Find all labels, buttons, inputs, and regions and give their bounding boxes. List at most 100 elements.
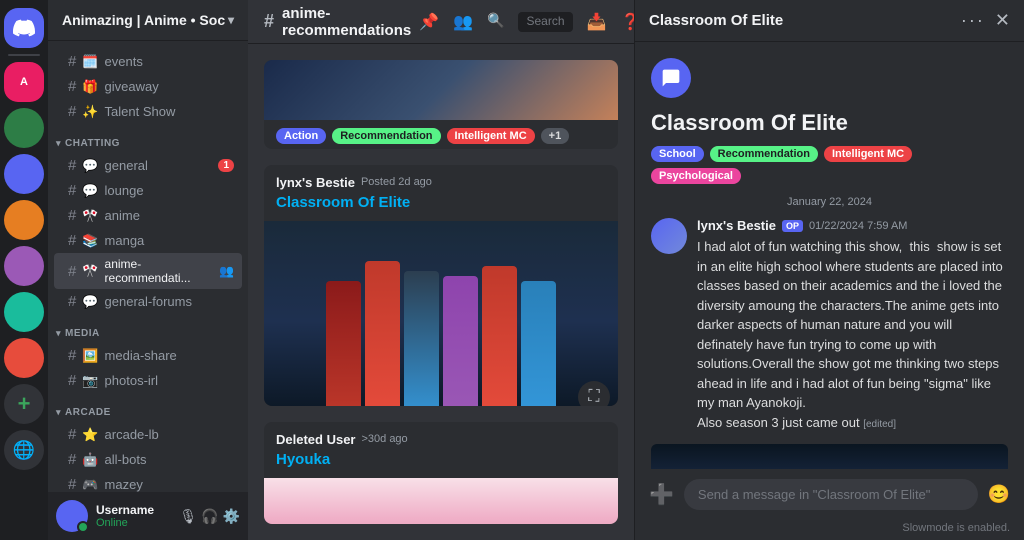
- header-actions: 📌 👥 🔍 Search 📥 ❓: [419, 12, 634, 32]
- category-arcade: ▾ ARCADE: [48, 393, 248, 422]
- message-input-area: ➕ 😊: [635, 469, 1024, 520]
- tag-recommendation[interactable]: Recommendation: [332, 128, 440, 144]
- detail-text: I had alot of fun watching this show, th…: [697, 237, 1008, 432]
- channel-item-anime-recommendations[interactable]: # 🎌 anime-recommendati... 👥: [54, 253, 242, 289]
- channel-item-manga[interactable]: # 📚 manga: [54, 228, 242, 253]
- channel-label: general-forums: [105, 294, 192, 309]
- server-icon-5[interactable]: [4, 200, 44, 240]
- discord-home-button[interactable]: [4, 8, 44, 48]
- message-image-top: [264, 60, 618, 120]
- mute-icon[interactable]: 🎙: [179, 508, 197, 525]
- channel-item-talent-show[interactable]: # ✨ Talent Show: [54, 99, 242, 124]
- close-icon[interactable]: ✕: [995, 10, 1010, 31]
- detail-tag-recommendation[interactable]: Recommendation: [710, 146, 818, 162]
- channel-item-media-share[interactable]: # 🖼️ media-share: [54, 343, 242, 368]
- server-icon-6[interactable]: [4, 246, 44, 286]
- chevron-icon: ▾: [56, 328, 61, 339]
- category-label: CHATTING: [65, 138, 120, 149]
- hash-icon: #: [68, 372, 76, 389]
- channel-label: anime-recommendati...: [105, 257, 214, 285]
- emoji-icon[interactable]: 😊: [988, 484, 1010, 505]
- channel-emoji: 🎁: [82, 79, 98, 95]
- channel-label: Talent Show: [105, 104, 176, 119]
- hash-icon: #: [68, 426, 76, 443]
- message-card-coe: lynx's Bestie Posted 2d ago Classroom Of…: [264, 165, 618, 406]
- message-time-hyouka: >30d ago: [361, 433, 407, 445]
- hash-icon: #: [68, 451, 76, 468]
- thread-icon: 👥: [219, 264, 234, 278]
- user-info: Username Online: [96, 503, 171, 529]
- channel-item-mazey[interactable]: # 🎮 mazey: [54, 472, 242, 492]
- server-divider: [8, 54, 40, 56]
- inbox-icon[interactable]: 📥: [587, 12, 607, 32]
- message-author: lynx's Bestie Posted 2d ago: [276, 175, 606, 190]
- channel-item-anime[interactable]: # 🎌 anime: [54, 203, 242, 228]
- channel-item-general[interactable]: # 💬 general 1: [54, 153, 242, 178]
- messages-area: Action Recommendation Intelligent MC +1 …: [248, 44, 634, 540]
- channel-emoji: 🎮: [82, 477, 98, 493]
- author-name: lynx's Bestie: [276, 175, 355, 190]
- category-media: ▾ MEDIA: [48, 314, 248, 343]
- detail-icon-bubble: [651, 58, 691, 98]
- tag-intelligent[interactable]: Intelligent MC: [447, 128, 535, 144]
- edited-label: [edited]: [863, 419, 896, 430]
- server-icon-3[interactable]: [4, 108, 44, 148]
- server-icon-chrome[interactable]: 🌐: [4, 430, 44, 470]
- settings-icon[interactable]: ⚙️: [223, 508, 240, 525]
- category-label: MEDIA: [65, 328, 100, 339]
- tag-action[interactable]: Action: [276, 128, 326, 144]
- date-separator: January 22, 2024: [651, 196, 1008, 208]
- server-sidebar: A + 🌐: [0, 0, 48, 540]
- tag-more[interactable]: +1: [541, 128, 570, 144]
- detail-message: lynx's Bestie OP 01/22/2024 7:59 AM I ha…: [651, 218, 1008, 432]
- hash-icon: #: [68, 157, 76, 174]
- message-title[interactable]: Classroom Of Elite: [276, 194, 606, 211]
- channel-label: all-bots: [105, 452, 147, 467]
- add-file-icon[interactable]: ➕: [649, 482, 674, 507]
- help-icon[interactable]: ❓: [620, 12, 634, 32]
- avatar: [56, 500, 88, 532]
- message-image-hyouka: [264, 478, 618, 524]
- channel-emoji: 💬: [82, 294, 98, 310]
- detail-tag-school[interactable]: School: [651, 146, 704, 162]
- server-icon-4[interactable]: [4, 154, 44, 194]
- channel-emoji: ✨: [82, 104, 98, 120]
- detail-tag-intelligent[interactable]: Intelligent MC: [824, 146, 912, 162]
- category-chatting: ▾ CHATTING: [48, 124, 248, 153]
- right-panel-header: Classroom Of Elite ··· ✕: [635, 0, 1024, 42]
- search-input-inline[interactable]: Search: [518, 12, 572, 32]
- message-card-header: lynx's Bestie Posted 2d ago Classroom Of…: [264, 165, 618, 221]
- add-server-button[interactable]: +: [4, 384, 44, 424]
- message-input[interactable]: [684, 479, 978, 510]
- channel-item-general-forums[interactable]: # 💬 general-forums: [54, 289, 242, 314]
- channel-label: arcade-lb: [105, 427, 159, 442]
- members-icon[interactable]: 👥: [453, 12, 473, 32]
- chevron-down-icon: ▾: [228, 13, 234, 27]
- deafen-icon[interactable]: 🎧: [201, 508, 218, 525]
- channel-item-all-bots[interactable]: # 🤖 all-bots: [54, 447, 242, 472]
- channel-emoji: ⭐: [82, 427, 98, 443]
- channel-item-arcade-lb[interactable]: # ⭐ arcade-lb: [54, 422, 242, 447]
- channel-item-lounge[interactable]: # 💬 lounge: [54, 178, 242, 203]
- chevron-icon: ▾: [56, 138, 61, 149]
- message-title-hyouka[interactable]: Hyouka: [276, 451, 606, 468]
- detail-author: lynx's Bestie: [697, 218, 776, 233]
- right-panel-actions: ··· ✕: [961, 10, 1010, 31]
- channel-item-photos-irl[interactable]: # 📷 photos-irl: [54, 368, 242, 393]
- detail-message-body: lynx's Bestie OP 01/22/2024 7:59 AM I ha…: [697, 218, 1008, 432]
- hash-icon: #: [68, 263, 76, 280]
- channel-item-giveaway[interactable]: # 🎁 giveaway: [54, 74, 242, 99]
- server-name-header[interactable]: Animazing | Anime • Soc ▾: [48, 0, 248, 41]
- animazing-server[interactable]: A: [4, 62, 44, 102]
- search-icon[interactable]: 🔍: [487, 12, 504, 32]
- date-text: January 22, 2024: [787, 196, 872, 208]
- channel-emoji: 🗓️: [82, 54, 98, 70]
- channel-item-events[interactable]: # 🗓️ events: [54, 49, 242, 74]
- more-options-icon[interactable]: ···: [961, 10, 985, 31]
- message-tags-top: Action Recommendation Intelligent MC +1: [264, 120, 618, 149]
- server-icon-7[interactable]: [4, 292, 44, 332]
- hash-icon: #: [68, 347, 76, 364]
- server-icon-8[interactable]: [4, 338, 44, 378]
- detail-tag-psychological[interactable]: Psychological: [651, 168, 741, 184]
- pin-icon[interactable]: 📌: [419, 12, 439, 32]
